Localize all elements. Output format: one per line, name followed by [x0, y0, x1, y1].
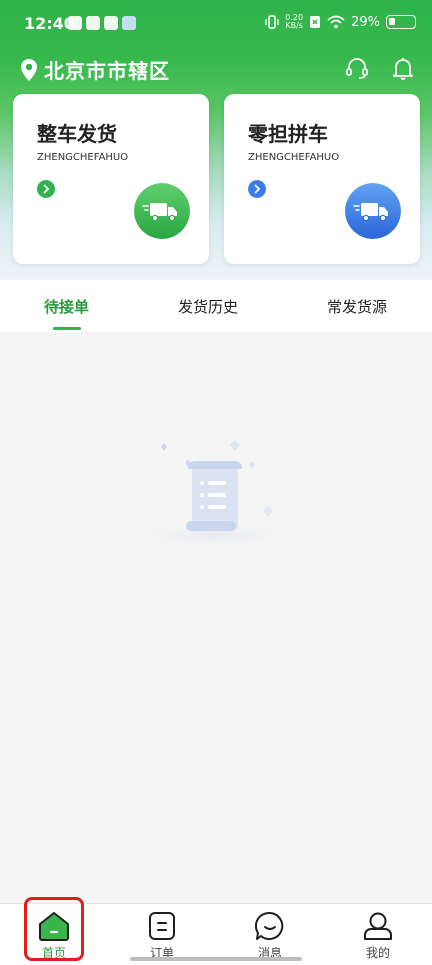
order-tabs: 待接单 发货历史 常发货源: [0, 280, 432, 332]
order-icon: [149, 912, 175, 940]
location-pin-icon: [21, 58, 37, 81]
location-selector[interactable]: 北京市市辖区: [20, 55, 170, 84]
truck-icon: [345, 183, 401, 239]
chevron-right-icon[interactable]: [248, 180, 266, 198]
tab-frequent-sources[interactable]: 常发货源: [327, 296, 387, 317]
nav-orders[interactable]: 订单: [108, 904, 216, 965]
customer-service-icon[interactable]: [344, 56, 370, 82]
status-app-icons: [68, 16, 136, 30]
app-notification-icon: [104, 16, 118, 30]
nav-label: 我的: [365, 946, 390, 960]
battery-percent: 29%: [351, 14, 380, 30]
wifi-icon: [327, 15, 345, 29]
tab-pending[interactable]: 待接单: [44, 296, 89, 317]
app-notification-icon: [68, 16, 82, 30]
card-title: 零担拼车: [248, 122, 328, 146]
battery-icon: [386, 15, 416, 29]
location-label: 北京市市辖区: [44, 59, 170, 83]
home-indicator: [130, 957, 302, 961]
notification-bell-icon[interactable]: [390, 56, 416, 82]
status-bar: 12:40 0.20 KB/s 29%: [0, 0, 432, 50]
sim-icon: [310, 16, 321, 28]
truck-icon: [134, 183, 190, 239]
ltl-carpool-card[interactable]: 零担拼车 ZHENGCHEFAHUO: [224, 94, 420, 264]
active-tab-indicator: [53, 327, 81, 330]
card-title: 整车发货: [37, 122, 117, 146]
profile-icon: [364, 912, 392, 940]
network-speed: 0.20 KB/s: [285, 13, 304, 30]
nav-profile[interactable]: 我的: [324, 904, 432, 965]
full-truck-card[interactable]: 整车发货 ZHENGCHEFAHUO: [13, 94, 209, 264]
card-subtitle: ZHENGCHEFAHUO: [37, 152, 129, 163]
status-right: 0.20 KB/s 29%: [265, 14, 416, 30]
tab-shipping-history[interactable]: 发货历史: [178, 296, 238, 317]
message-icon: [254, 911, 284, 940]
card-subtitle: ZHENGCHEFAHUO: [248, 152, 340, 163]
app-notification-icon: [122, 16, 136, 30]
tiktok-icon: [86, 16, 100, 30]
highlight-box: [24, 897, 84, 961]
empty-state-illustration: [135, 439, 295, 549]
nav-messages[interactable]: 消息: [216, 904, 324, 965]
vibrate-icon: [265, 15, 279, 29]
chevron-right-icon[interactable]: [37, 180, 55, 198]
